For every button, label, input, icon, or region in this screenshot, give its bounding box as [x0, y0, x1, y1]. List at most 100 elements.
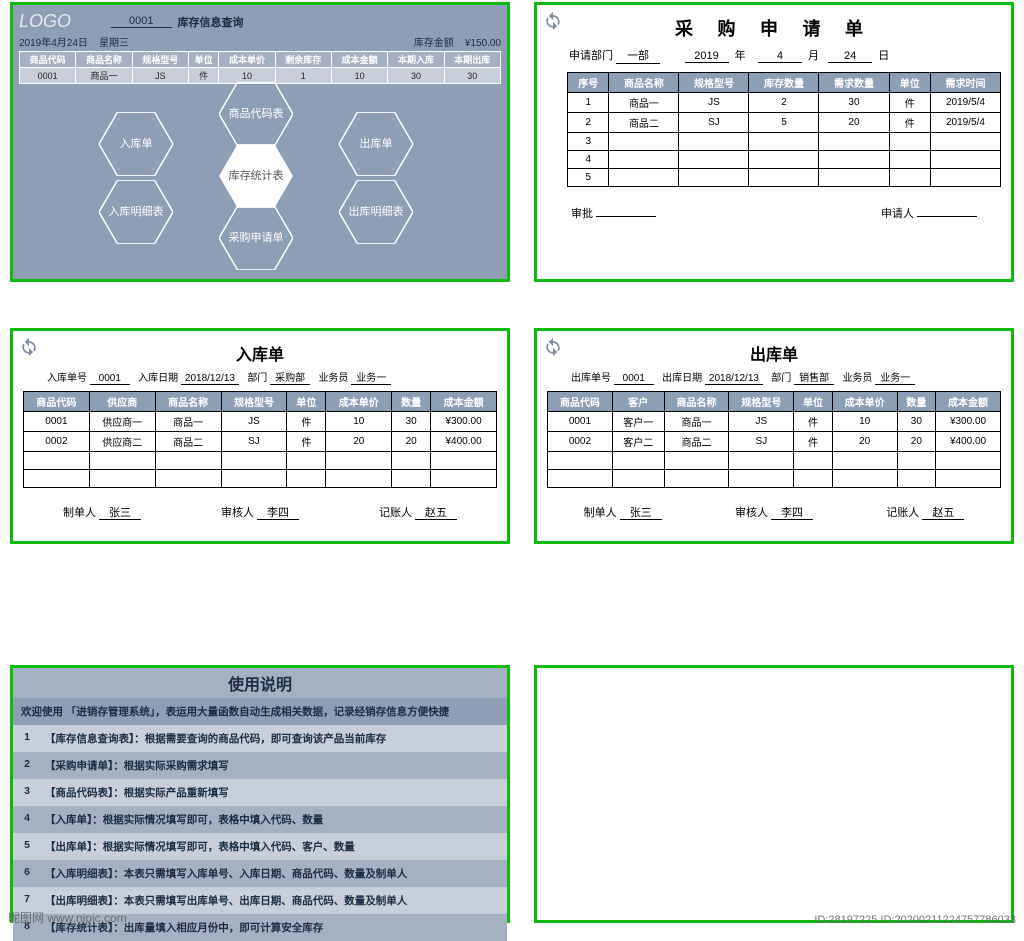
logo: LOGO: [19, 11, 71, 32]
cell: 0001: [24, 412, 90, 432]
table-row: 4: [568, 151, 1001, 169]
row-number: 3: [13, 779, 41, 806]
refresh-icon[interactable]: [543, 337, 563, 357]
cell: [89, 470, 155, 488]
cell: [936, 470, 1001, 488]
cell: [897, 452, 935, 470]
hex-ml[interactable]: 入库明细表: [99, 180, 173, 244]
hex-tr[interactable]: 出库单: [339, 112, 413, 176]
cell: ¥300.00: [431, 412, 497, 432]
cell: 0002: [548, 432, 613, 452]
cell: SJ: [729, 432, 794, 452]
cell: [749, 151, 819, 169]
col-header: 商品名称: [76, 52, 132, 68]
table-row: [548, 452, 1001, 470]
cell: [749, 133, 819, 151]
cell: 件: [287, 412, 326, 432]
inventory-query-panel: LOGO 0001 库存信息查询 2019年4月24日 星期三 库存金额 ¥15…: [10, 2, 510, 282]
col-header: 规格型号: [132, 52, 188, 68]
cell: 2: [568, 113, 609, 133]
cell: 件: [889, 93, 930, 113]
welcome-text: 欢迎使用 「进销存管理系统」，表运用大量函数自动生成相关数据，记录经销存信息方便…: [13, 698, 507, 725]
cell: [548, 452, 613, 470]
inventory-table: 商品代码商品名称规格型号单位成本单价剩余库存成本金额本期入库本期出库 0001商…: [19, 51, 501, 84]
form-header: 申请部门 一部 2019 年 4 月 24 日: [569, 47, 1001, 64]
cell: [221, 470, 287, 488]
refresh-icon[interactable]: [543, 11, 563, 31]
col-header: 成本金额: [331, 52, 387, 68]
outbound-table: 商品代码客户商品名称规格型号单位成本单价数量成本金额0001客户一商品一JS件1…: [547, 391, 1001, 488]
cell: 供应商二: [89, 432, 155, 452]
hex-tl[interactable]: 入库单: [99, 112, 173, 176]
outbound-panel: 出库单 出库单号 0001 出库日期 2018/12/13 部门 销售部 业务员…: [534, 328, 1014, 544]
cell: 件: [889, 113, 930, 133]
cell: ¥300.00: [936, 412, 1001, 432]
hex-top[interactable]: 商品代码表: [219, 82, 293, 146]
cell: [24, 470, 90, 488]
cell: 5: [568, 169, 609, 187]
cell: 10: [326, 412, 392, 432]
table-row: 0001供应商一商品一JS件1030¥300.00: [24, 412, 497, 432]
approve-label: 审批: [571, 208, 593, 220]
hex-nav: 库存统计表 商品代码表 采购申请单 入库单 出库单 入库明细表 出库明细表: [19, 84, 501, 274]
cell: [889, 151, 930, 169]
cell: SJ: [221, 432, 287, 452]
row-number: 2: [13, 752, 41, 779]
instruction-row: 5【出库单】：根据实际情况填写即可，表格中填入代码、客户、数量: [13, 833, 507, 860]
refresh-icon[interactable]: [19, 337, 39, 357]
cell: JS: [132, 68, 188, 84]
cell: [664, 452, 729, 470]
cell: ¥400.00: [936, 432, 1001, 452]
cell: [889, 133, 930, 151]
col-header: 本期出库: [444, 52, 500, 68]
weekday: 星期三: [99, 38, 129, 49]
col-header: 商品代码: [20, 52, 76, 68]
cell: [930, 133, 1000, 151]
cell: 商品一: [76, 68, 132, 84]
cell: [431, 452, 497, 470]
cell: 4: [568, 151, 609, 169]
hex-bottom[interactable]: 采购申请单: [219, 206, 293, 270]
panel-title: 库存信息查询: [178, 14, 244, 30]
col-header: 剩余库存: [275, 52, 331, 68]
table-row: 1商品一JS230件2019/5/4: [568, 93, 1001, 113]
col-header: 需求数量: [819, 73, 889, 93]
hex-center[interactable]: 库存统计表: [219, 144, 293, 208]
instruction-row: 3【商品代码表】：根据实际产品重新填写: [13, 779, 507, 806]
table-row: 2商品二SJ520件2019/5/4: [568, 113, 1001, 133]
inbound-table: 商品代码供应商商品名称规格型号单位成本单价数量成本金额0001供应商一商品一JS…: [23, 391, 497, 488]
cell: [155, 470, 221, 488]
product-code: 0001: [111, 15, 171, 28]
amount: ¥150.00: [465, 38, 501, 49]
cell: [819, 169, 889, 187]
hex-mr[interactable]: 出库明细表: [339, 180, 413, 244]
cell: 商品一: [609, 93, 679, 113]
cell: 件: [287, 432, 326, 452]
col-header: 单位: [287, 392, 326, 412]
cell: 20: [832, 432, 897, 452]
cell: [930, 169, 1000, 187]
cell: 客户二: [612, 432, 664, 452]
cell: [89, 452, 155, 470]
cell: [155, 452, 221, 470]
form-title: 采 购 申 请 单: [547, 15, 1001, 41]
cell: [749, 169, 819, 187]
cell: JS: [729, 412, 794, 432]
purchase-table: 序号商品名称规格型号库存数量需求数量单位需求时间1商品一JS230件2019/5…: [567, 72, 1001, 187]
col-header: 本期入库: [388, 52, 444, 68]
col-header: 单位: [188, 52, 218, 68]
cell: [431, 470, 497, 488]
cell: 0001: [20, 68, 76, 84]
cell: 商品二: [155, 432, 221, 452]
cell: [612, 452, 664, 470]
cell: 10: [832, 412, 897, 432]
table-row: [548, 470, 1001, 488]
applicant-label: 申请人: [881, 208, 914, 220]
table-row: [24, 470, 497, 488]
row-text: 【入库明细表】：本表只需填写入库单号、入库日期、商品代码、数量及制单人: [41, 860, 507, 887]
col-header: 需求时间: [930, 73, 1000, 93]
row-text: 【商品代码表】：根据实际产品重新填写: [41, 779, 507, 806]
col-header: 规格型号: [729, 392, 794, 412]
cell: [889, 169, 930, 187]
col-header: 商品名称: [155, 392, 221, 412]
